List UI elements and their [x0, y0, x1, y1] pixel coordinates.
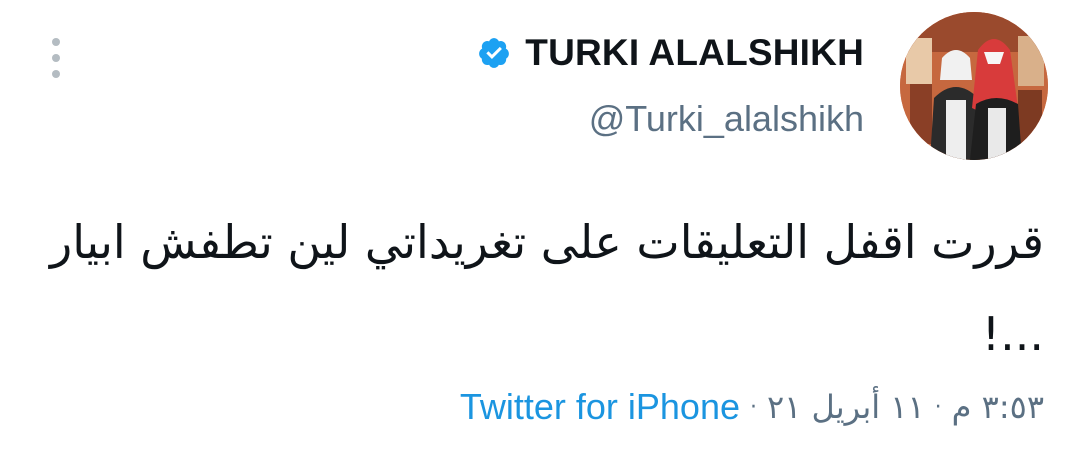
tweet-source-link[interactable]: Twitter for iPhone [460, 386, 740, 428]
avatar[interactable] [900, 12, 1048, 160]
tweet-text: قررت اقفل التعليقات على تغريداتي لين تطف… [49, 215, 1044, 361]
tweet-meta: ٣:٥٣ م · ١١ أبريل ٢١ · Twitter for iPhon… [460, 382, 1044, 432]
author-display-name: TURKI ALALSHIKH [525, 32, 864, 73]
more-vertical-icon-dot [52, 38, 60, 46]
more-vertical-icon-dot [52, 54, 60, 62]
author-name-row[interactable]: TURKI ALALSHIKH [477, 28, 864, 78]
verified-badge-icon [479, 38, 510, 68]
more-options-button[interactable] [44, 38, 68, 78]
tweet-date[interactable]: ١١ أبريل ٢١ [767, 388, 925, 426]
author-handle[interactable]: @Turki_alalshikh [589, 98, 864, 140]
meta-separator: · [749, 394, 757, 420]
meta-separator: · [934, 394, 942, 420]
tweet-time[interactable]: ٣:٥٣ م [952, 388, 1044, 426]
more-vertical-icon-dot [52, 70, 60, 78]
avatar-photo [900, 12, 1048, 160]
